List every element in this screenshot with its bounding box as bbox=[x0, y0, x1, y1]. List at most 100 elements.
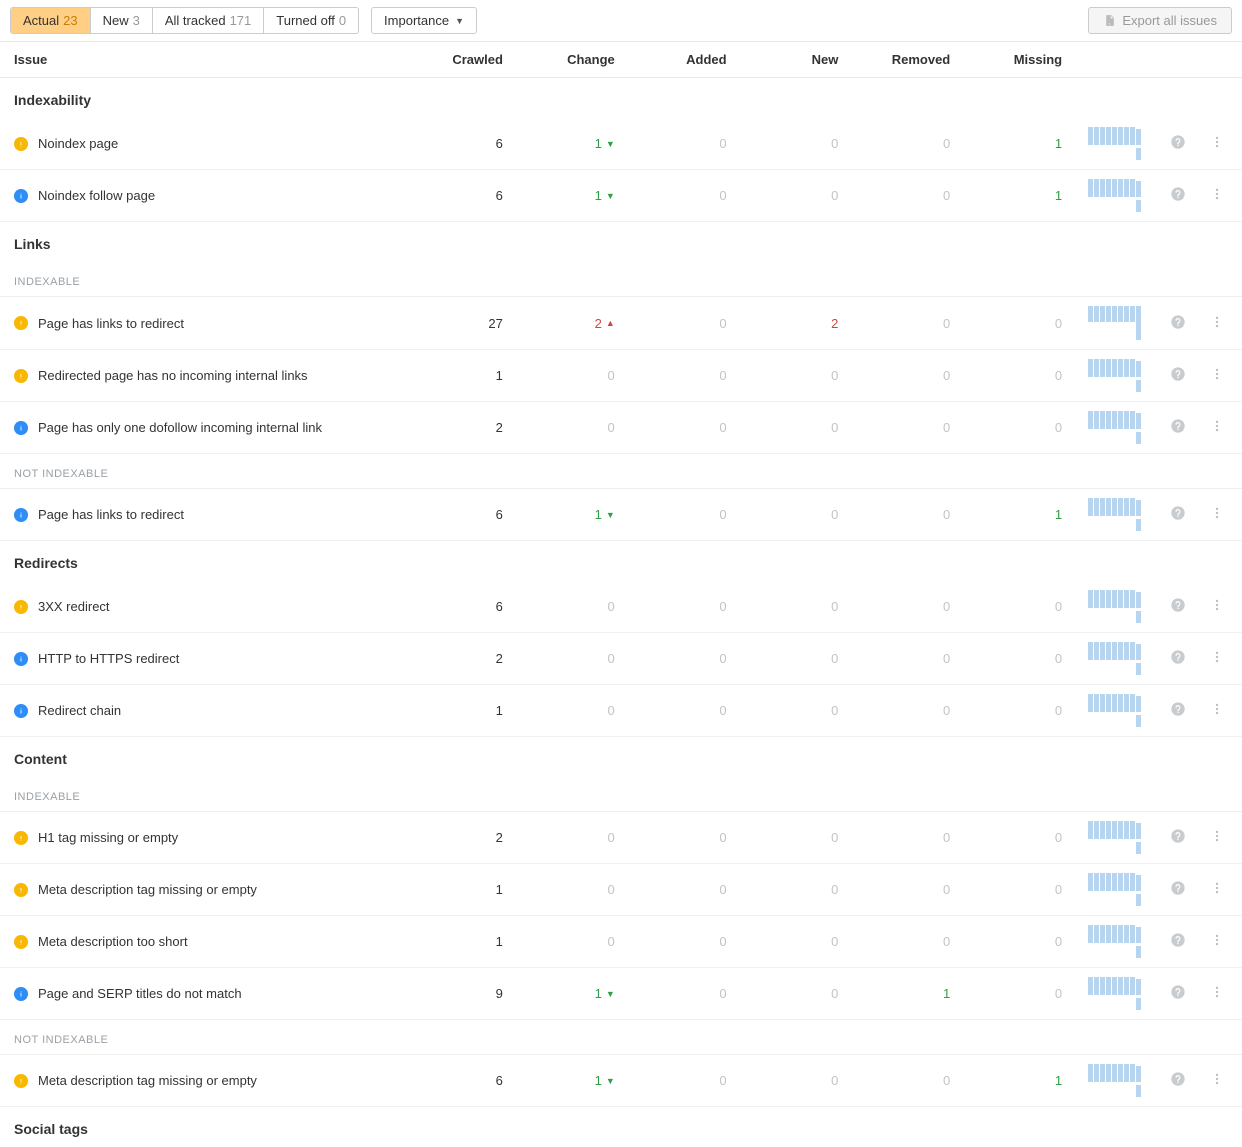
column-header[interactable]: New bbox=[745, 42, 857, 78]
help-icon[interactable] bbox=[1170, 597, 1186, 613]
filter-tab-new[interactable]: New 3 bbox=[91, 8, 153, 33]
change-value: 1 ▼ bbox=[595, 188, 615, 203]
issue-row[interactable]: Meta description tag missing or empty100… bbox=[0, 864, 1242, 916]
issue-name: Page has links to redirect bbox=[38, 507, 184, 522]
cell-value: 0 bbox=[719, 986, 726, 1001]
cell-value: 1 bbox=[496, 882, 503, 897]
cell-value: 0 bbox=[831, 986, 838, 1001]
more-options-icon[interactable] bbox=[1210, 418, 1224, 434]
toolbar: Actual 23New 3All tracked 171Turned off … bbox=[0, 0, 1242, 42]
help-icon[interactable] bbox=[1170, 418, 1186, 434]
help-icon[interactable] bbox=[1170, 1071, 1186, 1087]
column-header[interactable]: Crawled bbox=[409, 42, 521, 78]
help-icon[interactable] bbox=[1170, 314, 1186, 330]
change-value: 1 ▼ bbox=[595, 1073, 615, 1088]
filter-tab-actual[interactable]: Actual 23 bbox=[11, 8, 91, 33]
issue-row[interactable]: Noindex page61 ▼0001 bbox=[0, 118, 1242, 170]
cell-value: 0 bbox=[943, 1073, 950, 1088]
info-icon bbox=[14, 421, 28, 435]
column-header[interactable]: Removed bbox=[856, 42, 968, 78]
issue-name: Meta description tag missing or empty bbox=[38, 1073, 257, 1088]
issue-name: 3XX redirect bbox=[38, 599, 110, 614]
cell-value: 0 bbox=[719, 316, 726, 331]
more-options-icon[interactable] bbox=[1210, 701, 1224, 717]
column-header[interactable]: Change bbox=[521, 42, 633, 78]
filter-tab-all-tracked[interactable]: All tracked 171 bbox=[153, 8, 264, 33]
more-options-icon[interactable] bbox=[1210, 186, 1224, 202]
importance-dropdown[interactable]: Importance ▼ bbox=[371, 7, 477, 34]
sparkline bbox=[1086, 411, 1142, 431]
help-icon[interactable] bbox=[1170, 701, 1186, 717]
help-icon[interactable] bbox=[1170, 880, 1186, 896]
cell-value: 0 bbox=[608, 882, 615, 897]
more-options-icon[interactable] bbox=[1210, 828, 1224, 844]
column-header[interactable]: Issue bbox=[0, 42, 409, 78]
help-icon[interactable] bbox=[1170, 828, 1186, 844]
cell-value: 0 bbox=[1055, 420, 1062, 435]
more-options-icon[interactable] bbox=[1210, 366, 1224, 382]
help-icon[interactable] bbox=[1170, 505, 1186, 521]
help-icon[interactable] bbox=[1170, 984, 1186, 1000]
column-header[interactable]: Added bbox=[633, 42, 745, 78]
cell-value: 0 bbox=[719, 136, 726, 151]
sparkline bbox=[1086, 498, 1142, 518]
more-options-icon[interactable] bbox=[1210, 880, 1224, 896]
tab-count: 171 bbox=[230, 13, 252, 28]
more-options-icon[interactable] bbox=[1210, 314, 1224, 330]
cell-value: 0 bbox=[831, 136, 838, 151]
cell-value: 0 bbox=[1055, 986, 1062, 1001]
cell-value: 0 bbox=[608, 830, 615, 845]
issue-row[interactable]: Meta description too short100000 bbox=[0, 916, 1242, 968]
cell-value: 0 bbox=[719, 882, 726, 897]
help-icon[interactable] bbox=[1170, 134, 1186, 150]
cell-value: 1 bbox=[1055, 1073, 1062, 1088]
sparkline bbox=[1086, 873, 1142, 893]
section-header: Social tags bbox=[0, 1107, 1242, 1147]
warning-icon bbox=[14, 369, 28, 383]
tab-label: Turned off bbox=[276, 13, 335, 28]
more-options-icon[interactable] bbox=[1210, 505, 1224, 521]
issue-row[interactable]: Page has links to redirect61 ▼0001 bbox=[0, 489, 1242, 541]
info-icon bbox=[14, 189, 28, 203]
issue-name: Page and SERP titles do not match bbox=[38, 986, 242, 1001]
issue-row[interactable]: HTTP to HTTPS redirect200000 bbox=[0, 633, 1242, 685]
issue-row[interactable]: H1 tag missing or empty200000 bbox=[0, 812, 1242, 864]
sparkline bbox=[1086, 642, 1142, 662]
filter-tab-turned-off[interactable]: Turned off 0 bbox=[264, 8, 358, 33]
issue-row[interactable]: Page has only one dofollow incoming inte… bbox=[0, 402, 1242, 454]
cell-value: 0 bbox=[831, 368, 838, 383]
cell-value: 6 bbox=[496, 507, 503, 522]
help-icon[interactable] bbox=[1170, 366, 1186, 382]
cell-value: 0 bbox=[608, 651, 615, 666]
change-value: 1 ▼ bbox=[595, 986, 615, 1001]
more-options-icon[interactable] bbox=[1210, 134, 1224, 150]
cell-value: 0 bbox=[943, 830, 950, 845]
tab-count: 23 bbox=[63, 13, 77, 28]
cell-value: 0 bbox=[831, 830, 838, 845]
cell-value: 9 bbox=[496, 986, 503, 1001]
issue-row[interactable]: 3XX redirect600000 bbox=[0, 581, 1242, 633]
issue-name: Page has only one dofollow incoming inte… bbox=[38, 420, 322, 435]
cell-value: 0 bbox=[1055, 703, 1062, 718]
sparkline bbox=[1086, 977, 1142, 997]
help-icon[interactable] bbox=[1170, 649, 1186, 665]
issue-row[interactable]: Meta description tag missing or empty61 … bbox=[0, 1055, 1242, 1107]
export-all-issues-button[interactable]: Export all issues bbox=[1088, 7, 1232, 34]
more-options-icon[interactable] bbox=[1210, 1071, 1224, 1087]
more-options-icon[interactable] bbox=[1210, 932, 1224, 948]
more-options-icon[interactable] bbox=[1210, 984, 1224, 1000]
issue-row[interactable]: Noindex follow page61 ▼0001 bbox=[0, 170, 1242, 222]
more-options-icon[interactable] bbox=[1210, 649, 1224, 665]
help-icon[interactable] bbox=[1170, 932, 1186, 948]
cell-value: 1 bbox=[496, 703, 503, 718]
cell-value: 1 bbox=[1055, 507, 1062, 522]
column-header[interactable]: Missing bbox=[968, 42, 1080, 78]
issue-row[interactable]: Redirect chain100000 bbox=[0, 685, 1242, 737]
issue-row[interactable]: Page has links to redirect272 ▲0200 bbox=[0, 297, 1242, 350]
cell-value: 0 bbox=[1055, 368, 1062, 383]
warning-icon bbox=[14, 316, 28, 330]
issue-row[interactable]: Redirected page has no incoming internal… bbox=[0, 350, 1242, 402]
issue-row[interactable]: Page and SERP titles do not match91 ▼001… bbox=[0, 968, 1242, 1020]
help-icon[interactable] bbox=[1170, 186, 1186, 202]
more-options-icon[interactable] bbox=[1210, 597, 1224, 613]
